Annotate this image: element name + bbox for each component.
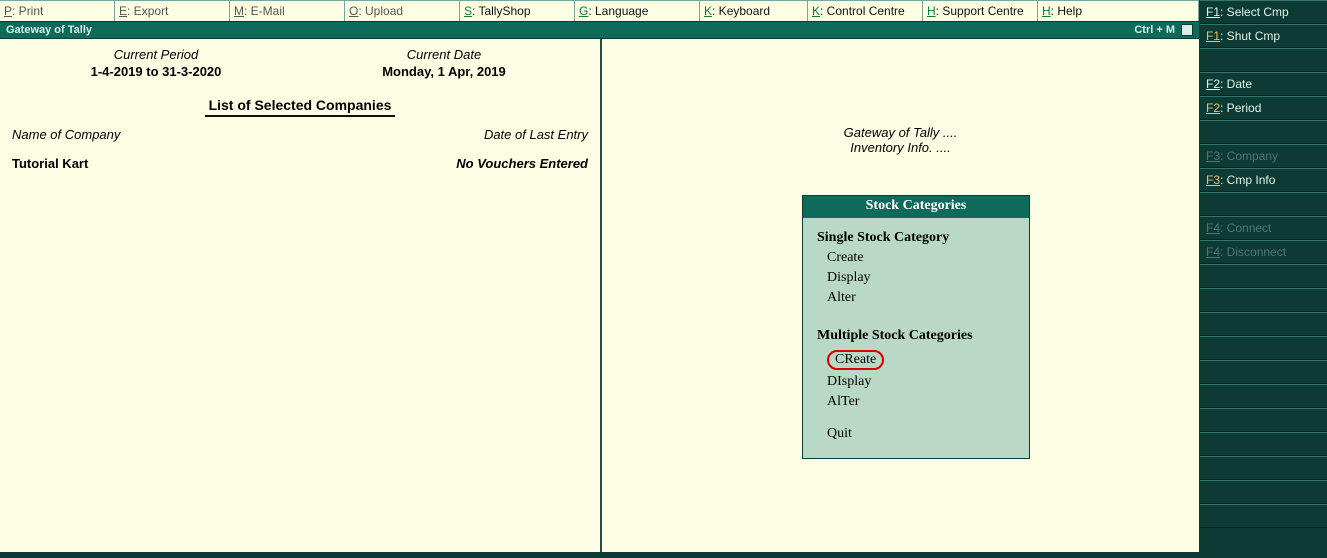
fkey-empty xyxy=(1200,408,1327,432)
stock-categories-menu: Stock Categories Single Stock Category C… xyxy=(802,195,1030,459)
menu-title: Stock Categories xyxy=(803,196,1029,218)
breadcrumb: Gateway of Tally .... Inventory Info. ..… xyxy=(602,125,1199,155)
toolbar-upload[interactable]: O: Upload xyxy=(345,1,460,21)
fkey-empty xyxy=(1200,264,1327,288)
menu-multiple-create[interactable]: CReate xyxy=(827,350,884,370)
fkey-f2-period[interactable]: F2: Period xyxy=(1200,96,1327,120)
fkey-f3-cmp-info[interactable]: F3: Cmp Info xyxy=(1200,168,1327,192)
title-text: Gateway of Tally xyxy=(6,24,92,36)
no-vouchers-text: No Vouchers Entered xyxy=(456,156,588,171)
menu-multiple-display[interactable]: DIsplay xyxy=(827,374,1015,390)
current-date-label: Current Date xyxy=(300,47,588,62)
toolbar-export[interactable]: E: Export xyxy=(115,1,230,21)
col-name-of-company: Name of Company xyxy=(12,127,120,142)
right-panel: Gateway of Tally .... Inventory Info. ..… xyxy=(602,39,1199,552)
fkey-empty xyxy=(1200,384,1327,408)
workspace: Current Period 1-4-2019 to 31-3-2020 Cur… xyxy=(0,38,1199,552)
fkey-f4-disconnect: F4: Disconnect xyxy=(1200,240,1327,264)
fkey-empty xyxy=(1200,336,1327,360)
fkey-f2-date[interactable]: F2: Date xyxy=(1200,72,1327,96)
fkey-empty xyxy=(1200,480,1327,504)
fkey-empty xyxy=(1200,288,1327,312)
toolbar-tallyshop[interactable]: S: TallyShop xyxy=(460,1,575,21)
toolbar-keyboard[interactable]: K: Keyboard xyxy=(700,1,808,21)
toolbar-support-centre[interactable]: H: Support Centre xyxy=(923,1,1038,21)
title-shortcut: Ctrl + M xyxy=(1134,24,1175,36)
toolbar-email[interactable]: M: E-Mail xyxy=(230,1,345,21)
fkey-f1-shut-cmp[interactable]: F1: Shut Cmp xyxy=(1200,24,1327,48)
menu-multiple-alter[interactable]: AlTer xyxy=(827,394,1015,410)
toolbar-help[interactable]: H: Help xyxy=(1038,1,1199,21)
fkey-f1-select-cmp[interactable]: F1: Select Cmp xyxy=(1200,0,1327,24)
fkey-empty xyxy=(1200,120,1327,144)
function-key-sidebar: F1: Select Cmp F1: Shut Cmp F2: Date F2:… xyxy=(1199,0,1327,558)
menu-section-multiple: Multiple Stock Categories xyxy=(817,328,1015,344)
top-toolbar: P: Print E: Export M: E-Mail O: Upload S… xyxy=(0,0,1199,22)
fkey-empty xyxy=(1200,192,1327,216)
fkey-f3-company: F3: Company xyxy=(1200,144,1327,168)
current-period-label: Current Period xyxy=(12,47,300,62)
fkey-empty xyxy=(1200,360,1327,384)
current-period-value: 1-4-2019 to 31-3-2020 xyxy=(12,64,300,79)
menu-section-single: Single Stock Category xyxy=(817,230,1015,246)
title-bar: Gateway of Tally Ctrl + M xyxy=(0,22,1199,38)
menu-single-display[interactable]: Display xyxy=(827,270,1015,286)
fkey-empty xyxy=(1200,432,1327,456)
menu-single-create[interactable]: Create xyxy=(827,250,1015,266)
fkey-empty xyxy=(1200,48,1327,72)
left-panel: Current Period 1-4-2019 to 31-3-2020 Cur… xyxy=(0,39,600,179)
toolbar-print[interactable]: P: Print xyxy=(0,1,115,21)
toolbar-language[interactable]: G: Language xyxy=(575,1,700,21)
fkey-f4-connect: F4: Connect xyxy=(1200,216,1327,240)
current-date-value: Monday, 1 Apr, 2019 xyxy=(300,64,588,79)
fkey-empty xyxy=(1200,456,1327,480)
menu-single-alter[interactable]: Alter xyxy=(827,290,1015,306)
fkey-empty xyxy=(1200,312,1327,336)
toolbar-control-centre[interactable]: K: Control Centre xyxy=(808,1,923,21)
col-date-of-last-entry: Date of Last Entry xyxy=(484,127,588,142)
list-companies-heading: List of Selected Companies xyxy=(12,97,588,113)
menu-quit[interactable]: Quit xyxy=(827,426,1015,442)
title-box-icon[interactable] xyxy=(1181,24,1193,36)
fkey-empty xyxy=(1200,504,1327,528)
company-name[interactable]: Tutorial Kart xyxy=(12,156,88,171)
